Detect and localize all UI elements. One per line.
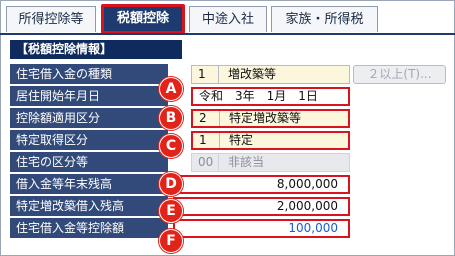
special-acquisition-field[interactable]: 1 特定 — [191, 131, 350, 150]
housing-category-field: 00 非該当 — [191, 153, 350, 172]
marker-d: D — [159, 172, 183, 196]
field-divider — [218, 66, 219, 83]
row-special-balance: 特定増改築借入残高 2,000,000 — [10, 196, 446, 217]
tab-mid-year-hire[interactable]: 中途入社 — [189, 6, 267, 32]
credit-category-field[interactable]: 2 特定増改築等 — [191, 109, 350, 128]
loan-type-text: 増改築等 — [228, 67, 277, 81]
loan-type-code: 1 — [198, 67, 206, 81]
move-in-date-value: 令和 3年 1月 1日 — [199, 89, 318, 103]
credit-amount-field[interactable]: 100,000 — [173, 219, 350, 238]
panel-title: 【税額控除情報】 — [10, 40, 182, 59]
housing-category-text: 非該当 — [228, 155, 265, 169]
special-acquisition-label: 特定取得区分 — [10, 130, 168, 151]
marker-e: E — [159, 199, 183, 223]
special-balance-label: 特定増改築借入残高 — [10, 196, 168, 217]
multiple-loans-button[interactable]: ２以上(T)... — [353, 65, 446, 84]
move-in-date-field[interactable]: 令和 3年 1月 1日 — [191, 87, 350, 106]
field-divider — [219, 133, 220, 148]
field-divider — [219, 111, 220, 126]
row-special-acquisition: 特定取得区分 1 特定 — [10, 130, 446, 151]
row-credit-category: 控除額適用区分 2 特定増改築等 — [10, 108, 446, 129]
row-housing-category: 住宅の区分等 00 非該当 — [10, 152, 446, 173]
special-acquisition-code: 1 — [199, 133, 207, 147]
loan-type-label: 住宅借入金の種類 — [10, 64, 168, 85]
row-credit-amount: 住宅借入金等控除額 100,000 — [10, 218, 446, 239]
row-year-end-balance: 借入金等年末残高 8,000,000 — [10, 174, 446, 195]
credit-category-code: 2 — [199, 111, 207, 125]
credit-amount-label: 住宅借入金等控除額 — [10, 218, 168, 239]
tab-family-income-tax[interactable]: 家族・所得税 — [271, 6, 378, 32]
housing-category-code: 00 — [198, 155, 214, 169]
tab-income-deductions[interactable]: 所得控除等 — [6, 6, 96, 32]
year-end-balance-label: 借入金等年末残高 — [10, 174, 168, 195]
special-balance-value: 2,000,000 — [276, 199, 338, 213]
marker-f: F — [159, 229, 183, 253]
tab-underline — [0, 33, 455, 35]
row-loan-type: 住宅借入金の種類 1 増改築等 ２以上(T)... — [10, 64, 446, 85]
special-balance-field[interactable]: 2,000,000 — [173, 197, 350, 216]
tax-credit-panel: 【税額控除情報】 住宅借入金の種類 1 増改築等 ２以上(T)... 居住開始年… — [10, 40, 446, 252]
tab-bar: 所得控除等 税額控除 中途入社 家族・所得税 — [0, 0, 455, 35]
special-acquisition-text: 特定 — [229, 133, 254, 147]
row-move-in-date: 居住開始年月日 令和 3年 1月 1日 — [10, 86, 446, 107]
year-end-balance-field[interactable]: 8,000,000 — [173, 175, 350, 194]
credit-category-text: 特定増改築等 — [229, 111, 302, 125]
marker-a: A — [159, 77, 183, 101]
marker-c: C — [159, 134, 183, 158]
field-divider — [218, 154, 219, 171]
housing-category-label: 住宅の区分等 — [10, 152, 168, 173]
tab-tax-credit[interactable]: 税額控除 — [101, 4, 185, 34]
credit-amount-value: 100,000 — [288, 221, 338, 235]
move-in-date-label: 居住開始年月日 — [10, 86, 168, 107]
year-end-balance-value: 8,000,000 — [276, 177, 338, 191]
loan-type-field[interactable]: 1 増改築等 — [191, 65, 350, 84]
marker-b: B — [159, 106, 183, 130]
credit-category-label: 控除額適用区分 — [10, 108, 168, 129]
